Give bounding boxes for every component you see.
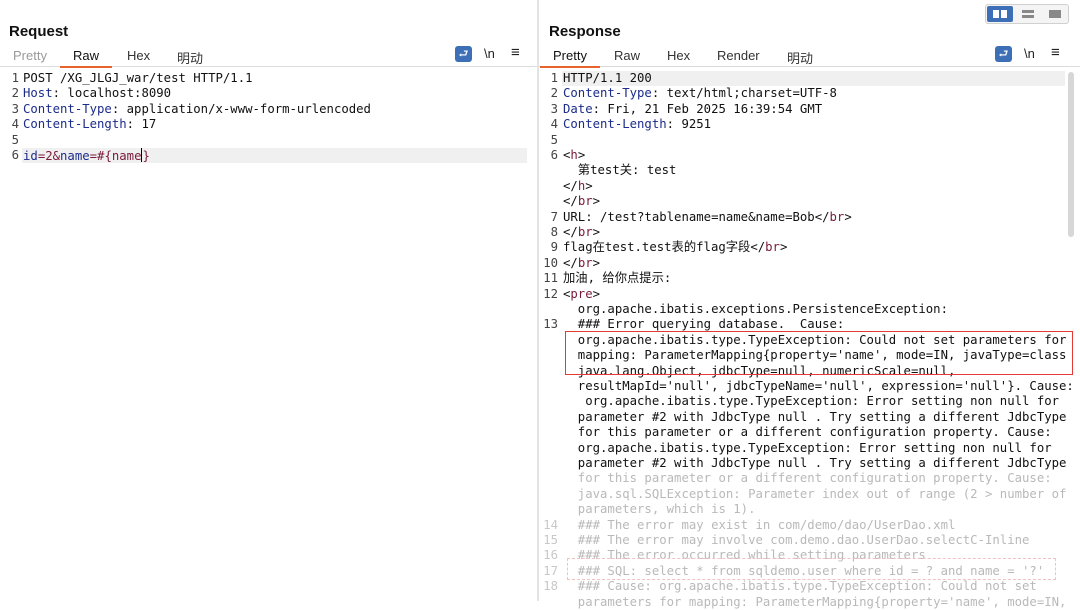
- code-line[interactable]: ### The error may involve com.demo.dao.U…: [563, 533, 1029, 548]
- line-number: 1: [0, 71, 19, 86]
- code-line[interactable]: parameters, which is 1).: [563, 502, 756, 517]
- code-line[interactable]: POST /XG_JLGJ_war/test HTTP/1.1: [23, 71, 253, 86]
- line-number: 5: [539, 133, 558, 148]
- line-number: 5: [0, 133, 19, 148]
- code-line[interactable]: resultMapId='null', jdbcTypeName='null',…: [563, 379, 1074, 394]
- code-line[interactable]: </br>: [563, 194, 600, 209]
- line-number: 3: [0, 102, 19, 117]
- line-number: 1: [539, 71, 558, 86]
- line-number: 8: [539, 225, 558, 240]
- code-line[interactable]: 第test关: test: [563, 163, 676, 178]
- line-number: 3: [539, 102, 558, 117]
- line-number: 14: [539, 518, 558, 533]
- line-number: 2: [539, 86, 558, 101]
- code-line[interactable]: ### The error may exist in com/demo/dao/…: [563, 518, 955, 533]
- line-number: 12: [539, 287, 558, 302]
- code-line[interactable]: parameter #2 with JdbcType null . Try se…: [563, 456, 1066, 471]
- code-line[interactable]: Content-Type: text/html;charset=UTF-8: [563, 86, 837, 101]
- wrap-toggle-icon[interactable]: ⮐: [995, 46, 1012, 62]
- line-number: 16: [539, 548, 558, 563]
- code-line[interactable]: parameters for mapping: ParameterMapping…: [563, 595, 1066, 610]
- tab-extra[interactable]: 明动: [787, 48, 813, 67]
- code-line[interactable]: for this parameter or a different config…: [563, 471, 1052, 486]
- code-line[interactable]: org.apache.ibatis.exceptions.Persistence…: [563, 302, 948, 317]
- request-pane: Request Pretty Raw Hex 明动 ⮐ \n ≡ 1 POST /…: [0, 0, 537, 601]
- code-line[interactable]: Date: Fri, 21 Feb 2025 16:39:54 GMT: [563, 102, 822, 117]
- newline-toggle[interactable]: \n: [1024, 46, 1035, 61]
- request-editor[interactable]: 1 POST /XG_JLGJ_war/test HTTP/1.1 2 Host: l…: [0, 69, 537, 601]
- menu-icon[interactable]: ≡: [511, 44, 520, 61]
- code-line[interactable]: org.apache.ibatis.type.TypeException: Er…: [563, 394, 1059, 409]
- code-line[interactable]: id=2&name=#{name}: [23, 148, 150, 164]
- code-line[interactable]: </br>: [563, 225, 600, 240]
- response-pane: Response Pretty Raw Hex Render 明动 ⮐ \n ≡…: [539, 0, 1080, 601]
- tab-pretty[interactable]: Pretty: [13, 48, 47, 63]
- tab-raw[interactable]: Raw: [614, 48, 640, 63]
- code-line[interactable]: </br>: [563, 256, 600, 271]
- line-number: 6: [539, 148, 558, 163]
- line-number: 18: [539, 579, 558, 594]
- line-number: 17: [539, 564, 558, 579]
- response-title: Response: [549, 23, 621, 40]
- sql-highlight-box: [567, 558, 1056, 580]
- tab-raw[interactable]: Raw: [73, 48, 99, 63]
- code-line[interactable]: <h>: [563, 148, 585, 163]
- newline-toggle[interactable]: \n: [484, 46, 495, 61]
- code-line[interactable]: ### Cause: org.apache.ibatis.type.TypeEx…: [563, 579, 1037, 594]
- line-number: 9: [539, 240, 558, 255]
- code-line[interactable]: for this parameter or a different config…: [563, 425, 1052, 440]
- highlight-box: [565, 331, 1073, 375]
- line-number: 4: [539, 117, 558, 132]
- line-number: 4: [0, 117, 19, 132]
- tab-hex[interactable]: Hex: [667, 48, 690, 63]
- code-line[interactable]: Content-Length: 17: [23, 117, 156, 132]
- code-line[interactable]: Host: localhost:8090: [23, 86, 171, 101]
- response-scrollbar[interactable]: [1068, 72, 1074, 237]
- line-number: 11: [539, 271, 558, 286]
- line-number: 2: [0, 86, 19, 101]
- code-line[interactable]: flag在test.test表的flag字段</br>: [563, 240, 787, 255]
- code-line[interactable]: </h>: [563, 179, 593, 194]
- tab-hex[interactable]: Hex: [127, 48, 150, 63]
- line-number: 10: [539, 256, 558, 271]
- code-line[interactable]: HTTP/1.1 200: [563, 71, 652, 86]
- line-number: 7: [539, 210, 558, 225]
- code-line[interactable]: URL: /test?tablename=name&name=Bob</br>: [563, 210, 852, 225]
- code-line[interactable]: <pre>: [563, 287, 600, 302]
- wrap-toggle-icon[interactable]: ⮐: [455, 46, 472, 62]
- line-number: 13: [539, 317, 558, 332]
- code-line[interactable]: 加油, 给你点提示:: [563, 271, 671, 286]
- code-line[interactable]: Content-Length: 9251: [563, 117, 711, 132]
- code-line[interactable]: java.sql.SQLException: Parameter index o…: [563, 487, 1066, 502]
- line-number: 15: [539, 533, 558, 548]
- code-line[interactable]: org.apache.ibatis.type.TypeException: Er…: [563, 441, 1052, 456]
- tab-extra[interactable]: 明动: [177, 48, 203, 67]
- request-title: Request: [9, 23, 68, 40]
- tab-pretty[interactable]: Pretty: [553, 48, 587, 63]
- line-number: 6: [0, 148, 19, 163]
- code-line[interactable]: Content-Type: application/x-www-form-url…: [23, 102, 371, 117]
- code-line[interactable]: parameter #2 with JdbcType null . Try se…: [563, 410, 1066, 425]
- menu-icon[interactable]: ≡: [1051, 44, 1060, 61]
- tab-render[interactable]: Render: [717, 48, 760, 63]
